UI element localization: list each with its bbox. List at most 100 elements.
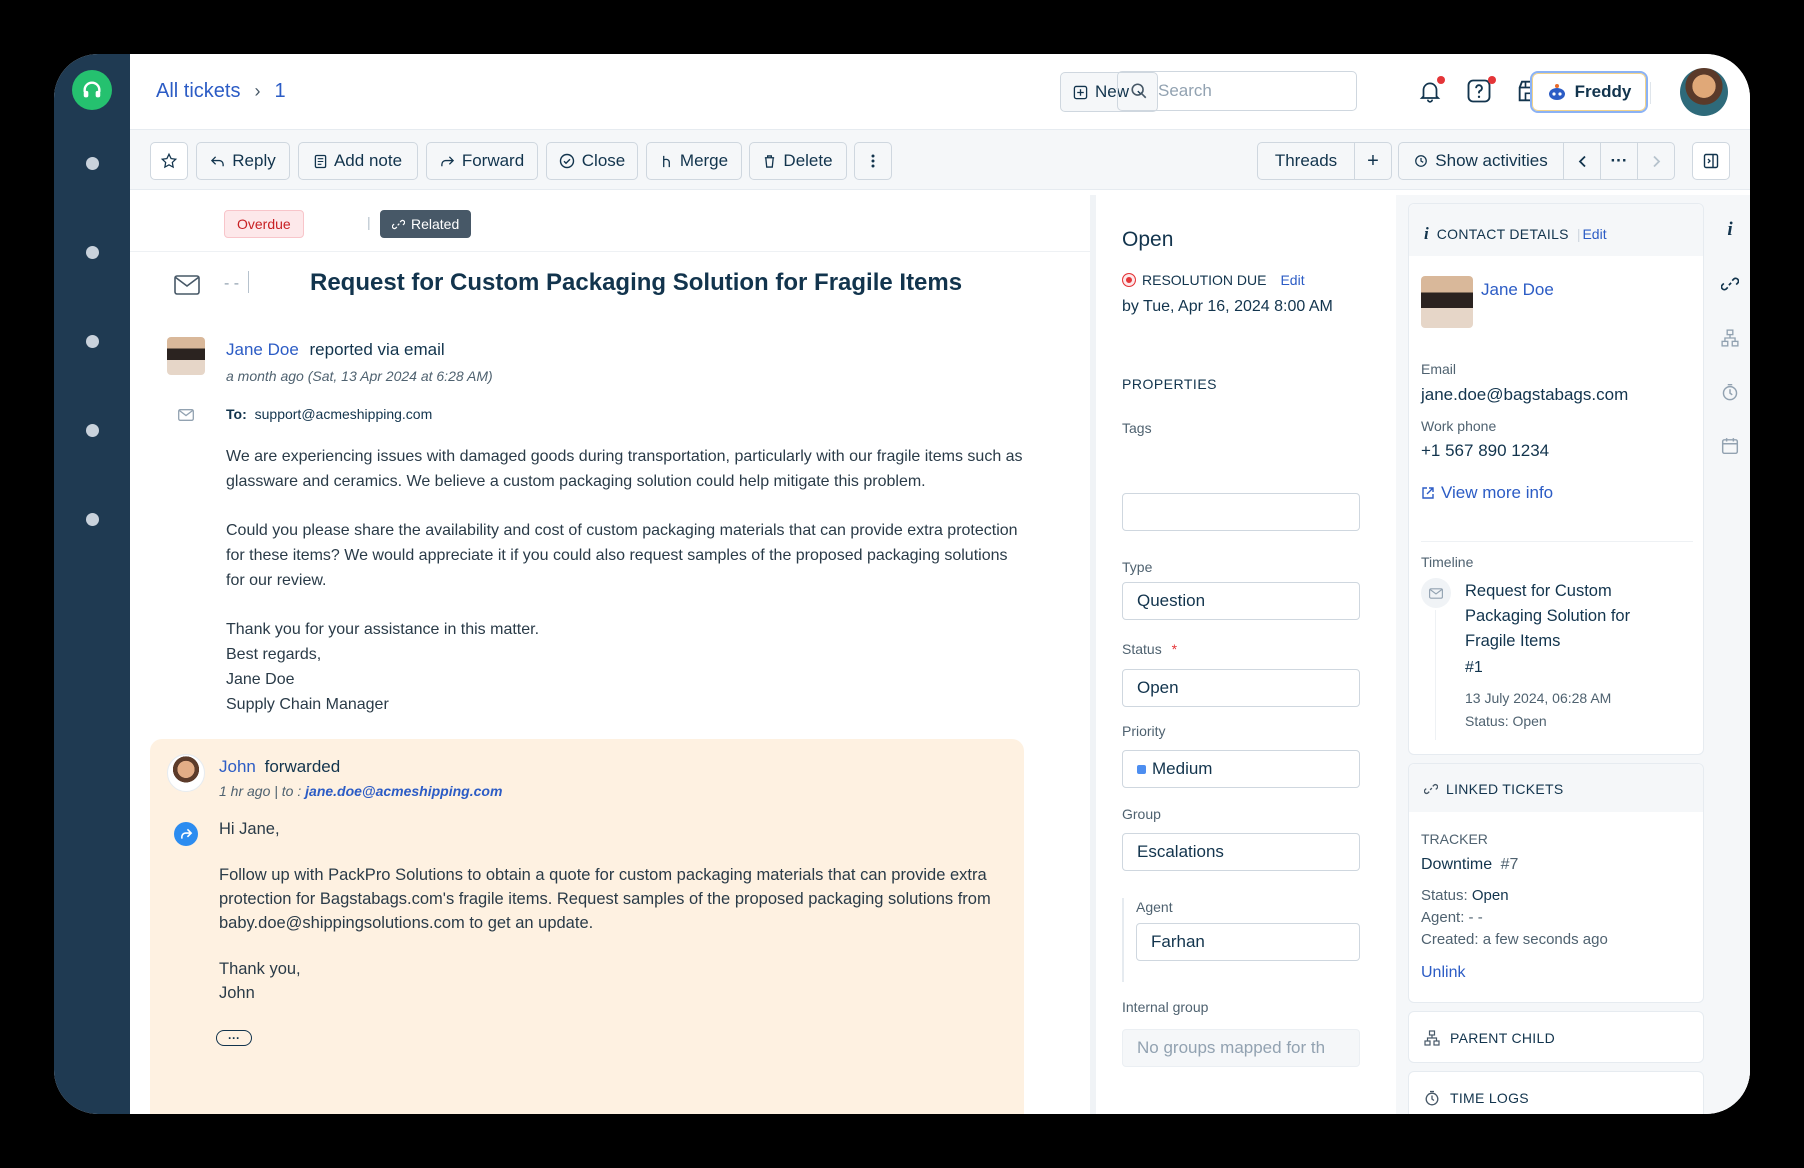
headset-logo-icon[interactable] [72, 70, 112, 110]
ellipsis-icon: ··· [1610, 151, 1628, 170]
tracker-created: Created: a few seconds ago [1421, 931, 1608, 948]
external-link-icon [1422, 487, 1434, 499]
show-activities-button[interactable]: Show activities [1398, 142, 1564, 180]
group-select[interactable]: Escalations [1122, 833, 1360, 871]
merge-label: Merge [679, 151, 729, 170]
delete-button[interactable]: Delete [749, 142, 847, 180]
requester-name[interactable]: Jane Doe [226, 340, 299, 359]
phone-label: Work phone [1421, 418, 1497, 434]
close-ticket-button[interactable]: Close [546, 142, 638, 180]
delete-label: Delete [783, 151, 833, 170]
toggle-panel-button[interactable] [1692, 142, 1730, 180]
view-more-info-link[interactable]: View more info [1421, 483, 1553, 503]
threads-button[interactable]: Threads [1257, 142, 1355, 180]
timeline-mail-icon [1421, 578, 1451, 608]
parent-child-card[interactable]: PARENT CHILD [1408, 1011, 1704, 1063]
sidebar-item-4[interactable] [86, 424, 99, 437]
agent-name[interactable]: John [219, 757, 256, 776]
type-select[interactable]: Question [1122, 582, 1360, 620]
resolution-edit-link[interactable]: Edit [1280, 272, 1304, 288]
contact-info-rail-icon[interactable]: i [1718, 218, 1742, 242]
user-avatar[interactable] [1680, 68, 1728, 116]
status-select[interactable]: Open [1122, 669, 1360, 707]
merge-button[interactable]: Merge [646, 142, 742, 180]
star-button[interactable] [150, 142, 188, 180]
sidebar-item-3[interactable] [86, 335, 99, 348]
parent-child-heading: PARENT CHILD [1450, 1030, 1555, 1046]
time-logs-header: TIME LOGS [1424, 1090, 1529, 1106]
to-label: To: [226, 406, 247, 422]
tags-input[interactable] [1122, 493, 1360, 531]
next-ticket-button[interactable] [1637, 142, 1675, 180]
freddy-button[interactable]: Freddy [1530, 71, 1648, 113]
time-logs-card[interactable]: TIME LOGS [1408, 1071, 1704, 1114]
to-value: support@acmeshipping.com [254, 406, 433, 422]
email-label: Email [1421, 361, 1457, 377]
contact-details-header: i CONTACT DETAILS | Edit [1424, 224, 1607, 243]
add-thread-button[interactable]: + [1354, 142, 1392, 180]
help-icon[interactable] [1462, 74, 1496, 108]
priority-value: Medium [1152, 759, 1213, 778]
linked-tickets-card: LINKED TICKETS TRACKER Downtime #7 Statu… [1408, 763, 1704, 1003]
breadcrumb: All tickets › 1 [156, 80, 286, 103]
signature-line-2: Best regards, [226, 646, 322, 663]
resolution-due-row: RESOLUTION DUE Edit [1122, 272, 1305, 288]
more-actions-button[interactable] [854, 142, 892, 180]
conversation-pane: Overdue | Related - - Request for Custom… [130, 195, 1090, 1114]
linked-tickets-rail-icon[interactable] [1718, 272, 1742, 296]
contact-name[interactable]: Jane Doe [1481, 280, 1554, 300]
search-input[interactable] [1158, 81, 1338, 101]
reply-icon [211, 155, 225, 166]
chevron-right-icon [1652, 155, 1660, 167]
breadcrumb-all-tickets[interactable]: All tickets [156, 80, 240, 103]
add-note-button[interactable]: Add note [298, 142, 418, 180]
reply-button[interactable]: Reply [196, 142, 290, 180]
show-activities-label: Show activities [1435, 151, 1548, 170]
internal-group-select[interactable]: No groups mapped for th [1122, 1029, 1360, 1067]
requester-avatar[interactable] [167, 337, 205, 375]
trash-icon [765, 154, 775, 168]
chevron-left-icon [1578, 155, 1586, 167]
previous-ticket-button[interactable] [1563, 142, 1601, 180]
link-icon [1424, 784, 1438, 794]
app-window: All tickets › 1 New Freddy [54, 54, 1750, 1114]
agent-select[interactable]: Farhan [1136, 923, 1360, 961]
sidebar-item-5[interactable] [86, 513, 99, 526]
sidebar-panel-icon [1703, 153, 1719, 169]
to-line: To: support@acmeshipping.com [226, 406, 432, 422]
linked-tickets-header: LINKED TICKETS [1424, 781, 1564, 797]
tracker-id: #7 [1500, 856, 1519, 873]
forward-sign: John [219, 984, 255, 1002]
threads-label: Threads [1274, 151, 1338, 170]
priority-select[interactable]: Medium [1122, 750, 1360, 788]
sidebar-item-1[interactable] [86, 157, 99, 170]
timeline-title[interactable]: Request for Custom Packaging Solution fo… [1465, 579, 1665, 654]
ticket-list-button[interactable]: ··· [1600, 142, 1638, 180]
breadcrumb-ticket-number: 1 [274, 80, 286, 102]
message-paragraph-1: We are experiencing issues with damaged … [226, 448, 1023, 490]
forward-thanks: Thank you, [219, 960, 301, 978]
parent-child-rail-icon[interactable] [1718, 326, 1742, 350]
forward-button[interactable]: Forward [426, 142, 538, 180]
stopwatch-icon [1425, 1090, 1439, 1106]
tracker-ticket[interactable]: Downtime #7 [1421, 856, 1518, 874]
top-bar: All tickets › 1 New Freddy [130, 54, 1750, 130]
forward-body: Hi Jane, Follow up with PackPro Solution… [219, 817, 1009, 1005]
agent-avatar[interactable] [167, 754, 205, 792]
message-paragraph-2: Could you please share the availability … [226, 522, 1018, 589]
forward-to[interactable]: jane.doe@acmeshipping.com [305, 783, 502, 799]
notifications-bell-icon[interactable] [1413, 74, 1447, 108]
kebab-menu-icon [871, 154, 875, 168]
sidebar-item-2[interactable] [86, 246, 99, 259]
search-box[interactable] [1117, 71, 1357, 111]
time-logs-rail-icon[interactable] [1718, 380, 1742, 404]
freddy-label: Freddy [1574, 82, 1632, 101]
calendar-rail-icon[interactable] [1718, 434, 1742, 458]
related-badge[interactable]: Related [380, 210, 472, 238]
expand-quoted-button[interactable]: ··· [216, 1030, 252, 1046]
contact-edit-link[interactable]: Edit [1582, 226, 1606, 242]
unlink-button[interactable]: Unlink [1421, 964, 1465, 982]
time-logs-heading: TIME LOGS [1450, 1090, 1529, 1106]
tracker-name: Downtime [1421, 856, 1493, 873]
link-icon [392, 219, 405, 229]
